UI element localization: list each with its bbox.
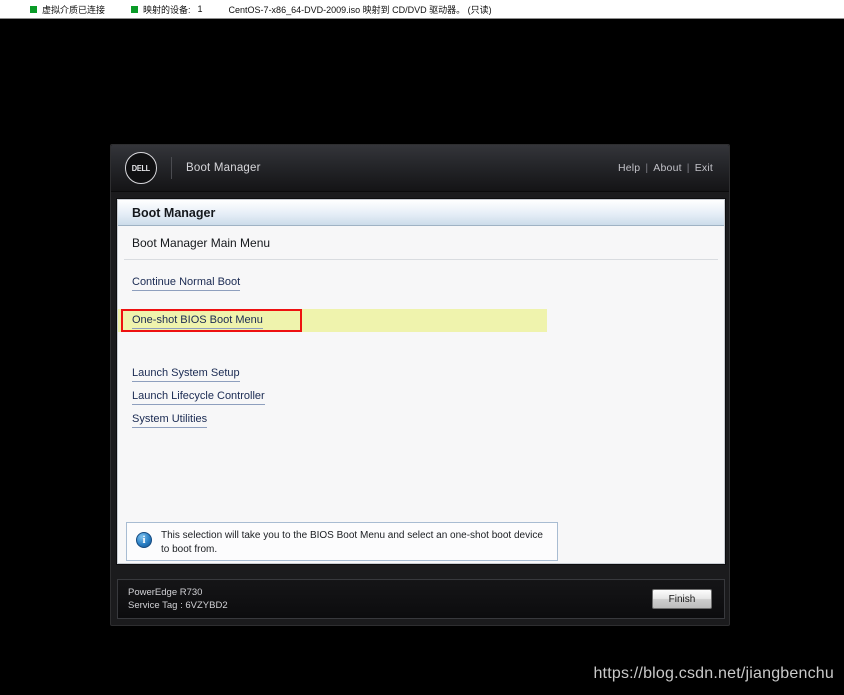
exit-link[interactable]: Exit	[695, 162, 713, 174]
header-divider	[171, 157, 172, 179]
menu-spacer-1	[118, 294, 724, 309]
link-separator-1: |	[645, 162, 649, 174]
menu-item-label[interactable]: System Utilities	[132, 412, 208, 428]
virtual-media-connected-group: 虚拟介质已连接	[30, 3, 105, 16]
panel-title: Boot Manager	[118, 200, 724, 226]
info-message: This selection will take you to the BIOS…	[161, 530, 543, 555]
boot-menu-list: Continue Normal Boot One-shot BIOS Boot …	[118, 260, 724, 431]
menu-item-one-shot-bios-boot-menu[interactable]: One-shot BIOS Boot Menu	[118, 309, 547, 332]
menu-item-label[interactable]: Continue Normal Boot	[132, 275, 241, 291]
virtual-media-connected-label: 虚拟介质已连接	[42, 4, 106, 15]
menu-item-label[interactable]: Launch System Setup	[132, 366, 240, 382]
system-info: PowerEdge R730 Service Tag : 6VZYBD2	[128, 586, 228, 612]
help-link[interactable]: Help	[618, 162, 640, 174]
menu-item-launch-lifecycle-controller[interactable]: Launch Lifecycle Controller	[118, 385, 724, 408]
mapped-devices-group: 映射的设备: 1	[131, 3, 203, 16]
system-model: PowerEdge R730	[128, 587, 203, 598]
virtual-media-status-bar: 虚拟介质已连接 映射的设备: 1 CentOS-7-x86_64-DVD-200…	[0, 0, 844, 19]
header-links: Help | About | Exit	[618, 162, 713, 174]
dell-logo-icon: DELL	[125, 152, 157, 184]
mapped-devices-label: 映射的设备:	[143, 4, 191, 15]
status-indicator-icon	[30, 5, 37, 13]
menu-spacer-3	[118, 347, 724, 362]
menu-spacer-2	[118, 332, 724, 347]
header-title: Boot Manager	[186, 162, 261, 174]
boot-manager-header: DELL Boot Manager Help | About | Exit	[111, 145, 729, 192]
menu-item-launch-system-setup[interactable]: Launch System Setup	[118, 362, 724, 385]
link-separator-2: |	[686, 162, 690, 174]
menu-item-label[interactable]: Launch Lifecycle Controller	[132, 389, 265, 405]
dell-logo-text: DELL	[131, 163, 151, 173]
console-screen: DELL Boot Manager Help | About | Exit Bo…	[0, 20, 844, 695]
boot-manager-content-panel: Boot Manager Boot Manager Main Menu Cont…	[117, 199, 725, 564]
about-link[interactable]: About	[653, 162, 681, 174]
menu-item-continue-normal-boot[interactable]: Continue Normal Boot	[118, 271, 724, 294]
info-icon: i	[136, 532, 152, 548]
boot-manager-window: DELL Boot Manager Help | About | Exit Bo…	[110, 144, 730, 626]
mapped-devices-count: 1	[197, 4, 203, 14]
finish-button[interactable]: Finish	[652, 589, 712, 609]
service-tag: Service Tag : 6VZYBD2	[128, 600, 228, 611]
selection-info-box: i This selection will take you to the BI…	[126, 522, 558, 561]
panel-subtitle: Boot Manager Main Menu	[132, 236, 271, 250]
boot-manager-footer: PowerEdge R730 Service Tag : 6VZYBD2 Fin…	[117, 579, 725, 619]
menu-item-system-utilities[interactable]: System Utilities	[118, 408, 724, 431]
menu-item-label[interactable]: One-shot BIOS Boot Menu	[132, 313, 263, 329]
mapped-devices-indicator-icon	[131, 5, 139, 13]
iso-mapping-description: CentOS-7-x86_64-DVD-2009.iso 映射到 CD/DVD …	[228, 4, 492, 15]
watermark-url: https://blog.csdn.net/jiangbenchu	[593, 665, 834, 682]
